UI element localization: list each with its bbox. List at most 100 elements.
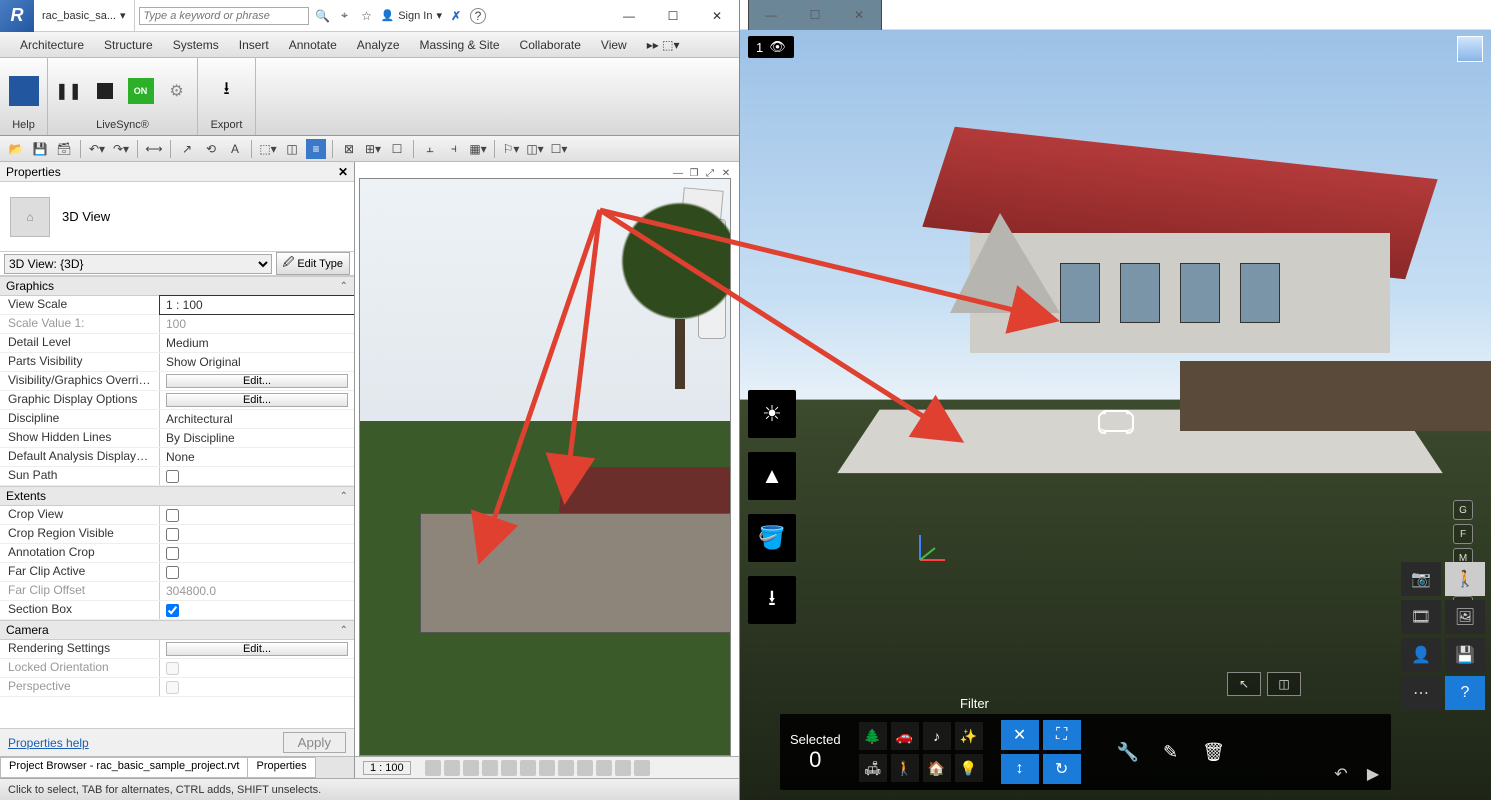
livesync-stop-button[interactable] xyxy=(92,78,118,104)
window-icon[interactable]: ☐ xyxy=(387,139,407,159)
filter-nature-icon[interactable]: 🌲 xyxy=(859,722,887,750)
render-icon[interactable]: ◫▾ xyxy=(525,139,545,159)
help-search-input[interactable] xyxy=(139,7,309,25)
vc-icon[interactable] xyxy=(634,760,650,776)
text-icon[interactable]: A xyxy=(225,139,245,159)
close-button[interactable]: ✕ xyxy=(695,0,739,32)
tile-icon[interactable]: ▦▾ xyxy=(468,139,488,159)
settings-icon[interactable]: 🔧 xyxy=(1117,742,1139,763)
sync-icon[interactable]: 🗃 xyxy=(54,139,74,159)
3d-icon[interactable]: ⬚▾ xyxy=(258,139,278,159)
section-box-checkbox[interactable] xyxy=(166,604,179,617)
revit-logo[interactable]: R xyxy=(0,0,34,32)
star-icon[interactable]: ☆ xyxy=(359,8,375,24)
vc-icon[interactable] xyxy=(501,760,517,776)
thin-lines-icon[interactable]: ≡ xyxy=(306,139,326,159)
tab-massing-site[interactable]: Massing & Site xyxy=(410,32,510,57)
val-discipline[interactable]: Architectural xyxy=(160,410,354,428)
manage-icon[interactable]: ⚐▾ xyxy=(501,139,521,159)
help-mode-button[interactable]: ? xyxy=(1445,676,1485,710)
landscape-mode-button[interactable]: ▲ xyxy=(748,452,796,500)
properties-close-icon[interactable]: ✕ xyxy=(338,165,348,179)
keys-icon[interactable]: ⌖ xyxy=(337,8,353,24)
sun-path-checkbox[interactable] xyxy=(166,470,179,483)
val-view-scale[interactable]: 1 : 100 xyxy=(160,296,354,314)
measure-icon[interactable]: ⟷ xyxy=(144,139,164,159)
crop-region-checkbox[interactable] xyxy=(166,528,179,541)
switch-windows-icon[interactable]: ⊞▾ xyxy=(363,139,383,159)
build-mode-button[interactable]: 🚶 xyxy=(1445,562,1485,596)
files-mode-button[interactable]: 👤 xyxy=(1401,638,1441,672)
vc-icon[interactable] xyxy=(596,760,612,776)
tab-view[interactable]: View xyxy=(591,32,637,57)
livesync-pause-button[interactable]: ❚❚ xyxy=(56,78,82,104)
height-button[interactable]: ↕ xyxy=(1001,754,1039,784)
vc-icon[interactable] xyxy=(558,760,574,776)
marquee-select-button[interactable]: ◫ xyxy=(1267,672,1301,696)
type-card[interactable]: ⌂ 3D View xyxy=(0,182,354,252)
tab-analyze[interactable]: Analyze xyxy=(347,32,410,57)
movie-mode-button[interactable]: 🎞 xyxy=(1401,600,1441,634)
tab-overflow[interactable]: ▸▸ ⬚▾ xyxy=(637,32,690,57)
filter-transport-icon[interactable]: 🚗 xyxy=(891,722,919,750)
close-hidden-icon[interactable]: ⊠ xyxy=(339,139,359,159)
far-clip-active-checkbox[interactable] xyxy=(166,566,179,579)
tab-annotate[interactable]: Annotate xyxy=(279,32,347,57)
vc-icon[interactable] xyxy=(425,760,441,776)
val-show-hidden[interactable]: By Discipline xyxy=(160,429,354,447)
open-icon[interactable]: 📂 xyxy=(6,139,26,159)
trash-icon[interactable]: 🗑 xyxy=(1202,742,1225,763)
rendering-button[interactable]: Edit... xyxy=(166,642,348,656)
align-left-icon[interactable]: ⫠ xyxy=(420,139,440,159)
align-right-icon[interactable]: ⫞ xyxy=(444,139,464,159)
vc-icon[interactable] xyxy=(520,760,536,776)
dimension-icon[interactable]: ⟲ xyxy=(201,139,221,159)
rotate-button[interactable]: ↻ xyxy=(1043,754,1081,784)
move-button[interactable]: ✕ xyxy=(1001,720,1039,750)
vc-icon[interactable] xyxy=(539,760,555,776)
objects-mode-button[interactable]: ⭳ xyxy=(748,576,796,624)
minimize-button[interactable]: — xyxy=(607,0,651,32)
sign-in-button[interactable]: 👤 Sign In ▾ xyxy=(381,9,442,22)
lumion-help-icon[interactable] xyxy=(9,76,39,106)
filter-effects-icon[interactable]: ✨ xyxy=(955,722,983,750)
graphic-display-button[interactable]: Edit... xyxy=(166,393,348,407)
align-icon[interactable]: ↗ xyxy=(177,139,197,159)
revit-viewport[interactable]: — ❐ ⤢ ✕ 1 : 100 xyxy=(355,162,739,778)
group-camera[interactable]: Camera⌃ xyxy=(0,620,354,640)
layer-visibility-badge[interactable]: 1 👁 xyxy=(748,36,794,58)
lumion-minimize-button[interactable]: — xyxy=(749,0,793,30)
cursor-select-button[interactable]: ↖ xyxy=(1227,672,1261,696)
filter-indoor-icon[interactable]: 🛋 xyxy=(859,754,887,782)
export-icon[interactable]: ⭳ xyxy=(223,76,229,106)
lumion-maximize-button[interactable]: ☐ xyxy=(793,0,837,30)
more-icon[interactable]: ☐▾ xyxy=(549,139,569,159)
exchange-icon[interactable]: ✗ xyxy=(448,8,464,24)
tab-collaborate[interactable]: Collaborate xyxy=(510,32,591,57)
tab-insert[interactable]: Insert xyxy=(229,32,279,57)
vc-icon[interactable] xyxy=(615,760,631,776)
document-tab[interactable]: rac_basic_sa... ▾ xyxy=(34,0,135,31)
filter-lights-icon[interactable]: 💡 xyxy=(955,754,983,782)
weather-mode-button[interactable]: ☀ xyxy=(748,390,796,438)
lumion-viewport[interactable]: 1 👁 ☀ ▲ 🪣 ⭳ G F M N O xyxy=(740,30,1491,800)
livesync-settings-button[interactable]: ⚙ xyxy=(164,78,190,104)
apply-button[interactable]: Apply xyxy=(283,732,346,753)
help-search[interactable] xyxy=(139,7,309,25)
save-scene-button[interactable]: 💾 xyxy=(1445,638,1485,672)
type-selector[interactable]: 3D View: {3D} xyxy=(4,254,272,274)
vg-overrides-button[interactable]: Edit... xyxy=(166,374,348,388)
vc-icon[interactable] xyxy=(482,760,498,776)
materials-mode-button[interactable]: 🪣 xyxy=(748,514,796,562)
filter-sound-icon[interactable]: ♪ xyxy=(923,722,951,750)
save-icon[interactable]: 💾 xyxy=(30,139,50,159)
play-button[interactable]: ▶ xyxy=(1359,762,1387,786)
undo-button[interactable]: ↶ xyxy=(1327,762,1355,786)
edit-icon[interactable]: ✎ xyxy=(1163,742,1178,763)
val-parts-visibility[interactable]: Show Original xyxy=(160,353,354,371)
binoculars-icon[interactable]: 🔍 xyxy=(315,8,331,24)
key-f[interactable]: F xyxy=(1453,524,1473,544)
view-scale-label[interactable]: 1 : 100 xyxy=(363,761,411,775)
properties-help-link[interactable]: Properties help xyxy=(8,736,89,750)
help-icon[interactable]: ? xyxy=(470,8,486,24)
